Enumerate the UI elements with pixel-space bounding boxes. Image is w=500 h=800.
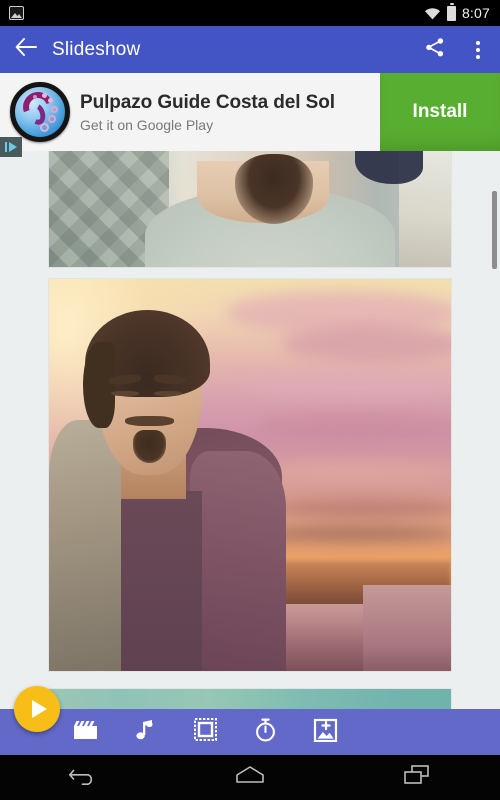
pulpazo-app-icon	[10, 82, 70, 142]
photo-1-image	[49, 151, 451, 267]
movie-icon	[73, 719, 98, 745]
ad-text: Pulpazo Guide Costa del Sol Get it on Go…	[80, 91, 335, 133]
photo-3-image	[49, 689, 451, 709]
overflow-menu-button[interactable]	[456, 26, 500, 73]
status-bar: 8:07	[0, 0, 500, 26]
bottom-toolbar	[0, 709, 500, 755]
movie-button[interactable]	[62, 709, 108, 755]
back-button[interactable]	[0, 26, 52, 73]
nav-recents-button[interactable]	[382, 755, 452, 800]
ad-icon-wrapper	[0, 82, 80, 142]
music-note-icon	[135, 719, 155, 746]
install-button[interactable]: Install	[380, 73, 500, 151]
nav-back-button[interactable]	[48, 755, 118, 800]
wifi-icon	[424, 7, 441, 20]
vertical-scrollbar[interactable]	[492, 191, 497, 269]
status-bar-right: 8:07	[424, 3, 500, 21]
battery-icon	[446, 3, 456, 21]
add-photo-icon	[313, 718, 338, 747]
music-button[interactable]	[122, 709, 168, 755]
frame-icon	[193, 718, 217, 746]
adchoices-icon[interactable]	[0, 137, 22, 157]
ad-banner[interactable]: Pulpazo Guide Costa del Sol Get it on Go…	[0, 73, 500, 157]
ad-subtitle: Get it on Google Play	[80, 116, 214, 133]
add-photo-button[interactable]	[302, 709, 348, 755]
ad-title: Pulpazo Guide Costa del Sol	[80, 92, 335, 114]
status-bar-left	[0, 6, 24, 20]
share-icon	[424, 37, 445, 63]
photo-thumbnail-1[interactable]	[48, 151, 452, 268]
nav-back-icon	[69, 765, 97, 790]
timer-icon	[254, 718, 277, 747]
nav-home-button[interactable]	[215, 755, 285, 800]
nav-recents-icon	[403, 764, 431, 791]
play-slideshow-fab[interactable]	[14, 686, 60, 732]
slideshow-screen: 8:07 Slideshow Pulpazo Guide Costa del S…	[0, 0, 500, 800]
frame-button[interactable]	[182, 709, 228, 755]
nav-home-icon	[235, 765, 265, 790]
app-bar-actions	[412, 26, 500, 73]
play-icon	[31, 700, 47, 718]
timer-button[interactable]	[242, 709, 288, 755]
photo-thumbnail-3[interactable]	[48, 688, 452, 709]
photo-thumbnail-2[interactable]	[48, 278, 452, 672]
app-bar: Slideshow	[0, 26, 500, 73]
toolbar-items	[62, 709, 348, 755]
photo-2-image	[49, 279, 451, 671]
overflow-menu-icon	[476, 40, 480, 60]
share-button[interactable]	[412, 26, 456, 73]
android-nav-bar	[0, 755, 500, 800]
back-arrow-icon	[15, 38, 37, 61]
photo-list[interactable]	[0, 151, 500, 709]
ad-body[interactable]: Pulpazo Guide Costa del Sol Get it on Go…	[0, 73, 380, 157]
status-bar-clock: 8:07	[461, 5, 490, 21]
photo-notification-icon	[9, 6, 24, 20]
page-title: Slideshow	[52, 38, 141, 60]
